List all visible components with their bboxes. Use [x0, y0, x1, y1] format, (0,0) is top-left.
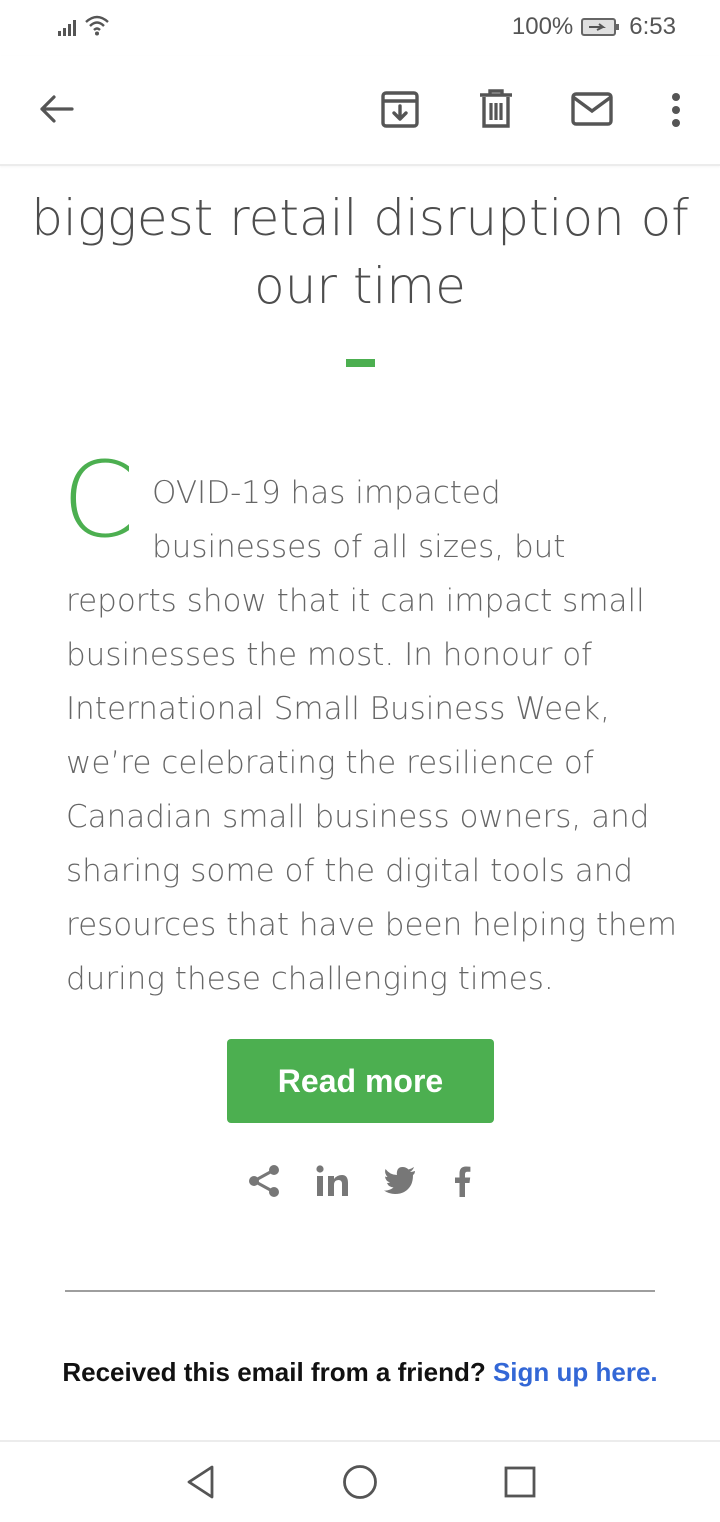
share-icon	[249, 1165, 279, 1197]
paragraph-line: resources that have been helping them	[66, 907, 677, 943]
back-button[interactable]	[32, 82, 80, 136]
archive-button[interactable]	[374, 86, 426, 132]
paragraph-line: reports show that it can impact small	[66, 583, 645, 619]
twitter-button[interactable]	[380, 1161, 420, 1201]
facebook-icon	[455, 1166, 471, 1197]
triangle-back-icon	[187, 1465, 214, 1499]
accent-divider	[346, 359, 375, 367]
status-bar: 100% 6:53	[0, 0, 720, 56]
article-headline: biggest retail disruption of our time	[30, 184, 690, 320]
linkedin-icon	[316, 1165, 348, 1196]
mark-unread-button[interactable]	[566, 86, 618, 132]
share-button[interactable]	[244, 1161, 284, 1201]
linkedin-button[interactable]	[312, 1161, 352, 1201]
delete-button[interactable]	[470, 86, 522, 132]
trash-icon	[480, 89, 512, 128]
more-options-button[interactable]	[660, 86, 692, 134]
referral-note: Received this email from a friend? Sign …	[60, 1351, 660, 1393]
nav-back-button[interactable]	[176, 1458, 226, 1506]
headline-line: our time	[254, 257, 466, 315]
twitter-icon	[384, 1167, 415, 1194]
sign-up-link[interactable]: Sign up here.	[493, 1357, 658, 1387]
email-toolbar	[0, 56, 720, 166]
paragraph-line: International Small Business Week,	[66, 691, 611, 727]
mail-icon	[571, 92, 613, 126]
archive-icon	[381, 91, 419, 128]
clock: 6:53	[629, 13, 676, 40]
circle-home-icon	[343, 1465, 377, 1499]
battery-percent: 100%	[511, 13, 574, 40]
nav-recents-button[interactable]	[496, 1458, 544, 1506]
paragraph-line: sharing some of the digital tools and	[66, 853, 634, 889]
paragraph-line: during these challenging times.	[66, 961, 554, 997]
arrow-left-icon	[40, 95, 74, 123]
system-nav-bar	[0, 1440, 720, 1522]
more-vert-icon	[672, 93, 680, 127]
facebook-button[interactable]	[446, 1161, 478, 1201]
headline-line: biggest retail disruption of	[31, 189, 689, 247]
signal-icon	[58, 20, 76, 36]
article-paragraph: OVID-19 has impacted businesses of all s…	[66, 466, 677, 1006]
paragraph-line: businesses the most. In honour of	[66, 637, 593, 673]
referral-prompt: Received this email from a friend?	[62, 1357, 493, 1387]
wifi-icon	[85, 15, 109, 36]
battery-icon	[581, 18, 620, 36]
status-icons	[58, 14, 110, 36]
paragraph-line: we’re celebrating the resilience of	[66, 745, 594, 781]
paragraph-line: OVID-19 has impacted	[152, 475, 501, 511]
read-more-button[interactable]: Read more	[227, 1039, 494, 1123]
email-body: biggest retail disruption of our time C …	[0, 166, 720, 1440]
paragraph-line: Canadian small business owners, and	[66, 799, 650, 835]
status-right: 100% 6:53	[512, 13, 676, 41]
footer-divider	[65, 1290, 655, 1292]
paragraph-line: businesses of all sizes, but	[152, 529, 566, 565]
square-recents-icon	[504, 1466, 536, 1498]
nav-home-button[interactable]	[336, 1458, 384, 1506]
